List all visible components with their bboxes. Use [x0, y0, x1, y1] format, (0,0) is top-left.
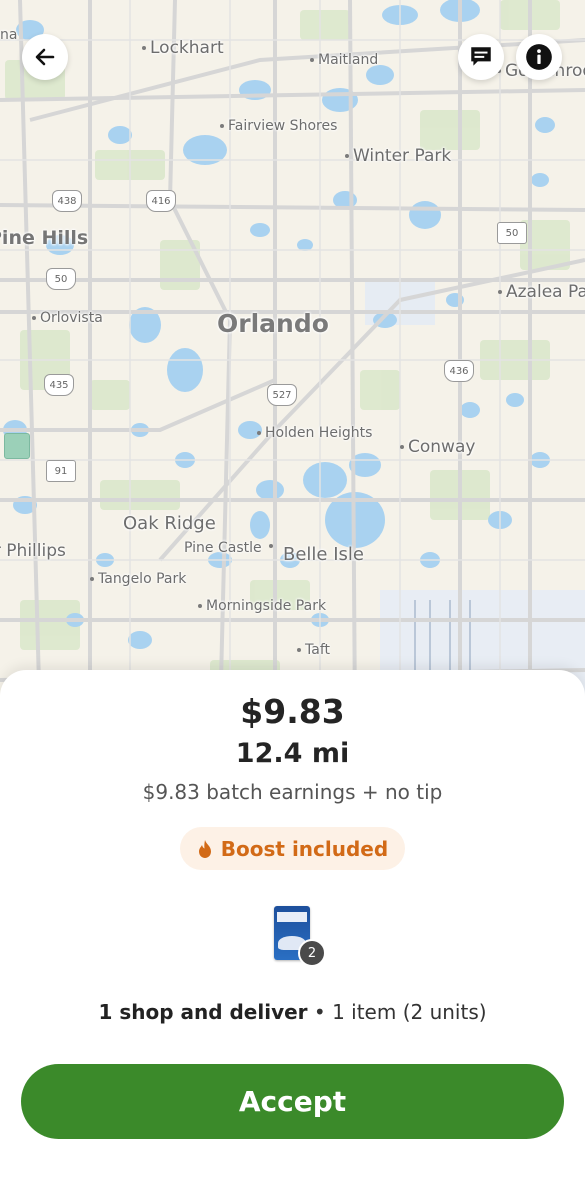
place-label: na	[0, 27, 18, 43]
boost-label: Boost included	[220, 836, 389, 861]
route-shield-416: 416	[146, 190, 176, 212]
info-icon	[526, 44, 552, 70]
quantity-badge: 2	[298, 939, 326, 967]
place-label: Taft	[297, 643, 330, 657]
route-shield-50: 50	[46, 268, 76, 290]
place-label: Morningside Park	[198, 599, 326, 613]
place-label: Oak Ridge	[123, 513, 216, 534]
place-label: Orlovista	[32, 311, 103, 325]
place-label: Doctor Phillips	[0, 541, 66, 561]
place-label: Pine Hills	[0, 227, 89, 249]
place-label: Orlando	[217, 309, 329, 338]
accept-button[interactable]: Accept	[21, 1064, 564, 1139]
place-label: Fairview Shores	[220, 119, 337, 133]
route-shield-91: 91	[46, 460, 76, 482]
boost-badge: Boost included	[180, 827, 405, 870]
place-dot	[269, 544, 273, 548]
offer-sheet: $9.83 12.4 mi $9.83 batch earnings + no …	[0, 670, 585, 1200]
place-label: Winter Park	[345, 148, 451, 165]
offer-price: $9.83	[240, 692, 345, 731]
arrow-left-icon	[35, 48, 55, 66]
route-shield-527: 527	[267, 384, 297, 406]
order-items: • 1 item (2 units)	[307, 1000, 487, 1024]
map[interactable]: 438 416 50 50 435 527 436 91 na Lockhart…	[0, 0, 585, 720]
place-label: Maitland	[310, 53, 378, 67]
place-label: Conway	[400, 439, 475, 456]
back-button[interactable]	[22, 34, 68, 80]
place-label: Tangelo Park	[90, 572, 186, 586]
route-shield-50-east: 50	[497, 222, 527, 244]
chat-button[interactable]	[458, 34, 504, 80]
place-label: Holden Heights	[257, 426, 372, 440]
place-label: Lockhart	[142, 40, 224, 57]
place-label: Pine Castle	[184, 540, 262, 556]
route-shield-435: 435	[44, 374, 74, 396]
info-button[interactable]	[516, 34, 562, 80]
order-summary: 1 shop and deliver • 1 item (2 units)	[0, 1000, 585, 1024]
route-shield-436: 436	[444, 360, 474, 382]
flame-icon	[198, 839, 211, 858]
route-shield-438: 438	[52, 190, 82, 212]
place-label: Azalea Park	[498, 284, 585, 301]
order-type: 1 shop and deliver	[98, 1000, 308, 1024]
park-icon	[4, 433, 30, 459]
chat-icon	[471, 47, 491, 66]
earnings-breakdown: $9.83 batch earnings + no tip	[142, 780, 443, 804]
offer-distance: 12.4 mi	[235, 738, 350, 769]
place-label: Belle Isle	[283, 544, 364, 565]
